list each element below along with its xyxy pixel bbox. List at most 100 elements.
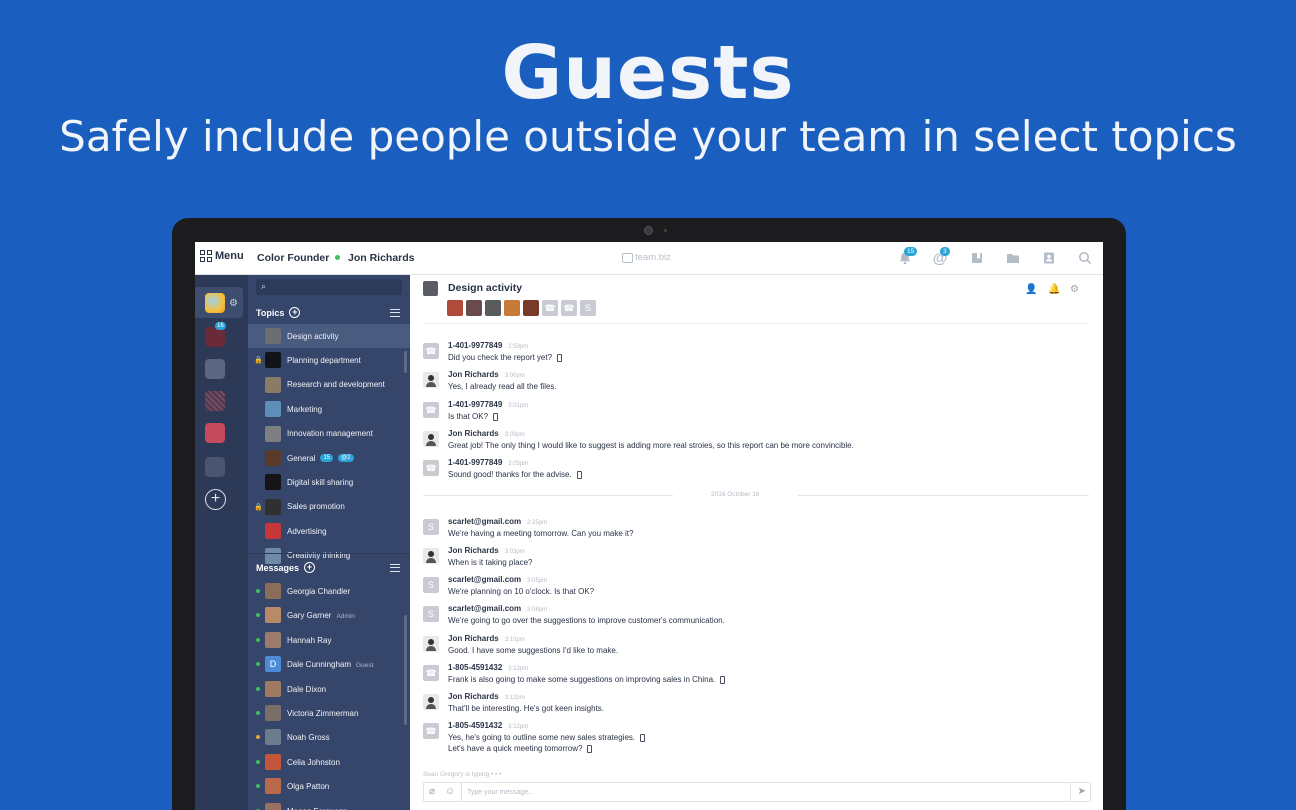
topic-settings-icon[interactable]: ⚙ [1070, 284, 1079, 295]
bookmark-icon[interactable] [970, 251, 984, 265]
avatar [265, 680, 281, 697]
message-author: 1-401-9977849 3:01pm [448, 400, 528, 409]
message-contact[interactable]: Dale Dixon [248, 677, 410, 701]
topic-item[interactable]: Digital skill sharing [248, 470, 410, 494]
topic-name: Planning department [287, 355, 361, 365]
topic-thumbnail [265, 498, 281, 515]
message-text: That'll be interesting. He's got keen in… [448, 703, 604, 714]
message-contact[interactable]: Celia Johnston [248, 750, 410, 774]
member-avatar[interactable] [504, 300, 520, 316]
topic-name: Research and development [287, 380, 385, 390]
topic-item[interactable]: General 15 @2 [248, 446, 410, 470]
message-text: We're going to go over the suggestions t… [448, 615, 725, 626]
add-member-icon[interactable]: 👤 [1025, 284, 1037, 295]
topic-item[interactable]: Research and development [248, 373, 410, 397]
message-time: 3:03pm [504, 549, 525, 555]
author-name: scarlet@gmail.com [448, 575, 522, 584]
guest-avatar[interactable]: ☎ [561, 300, 577, 316]
workspace-6[interactable] [205, 457, 225, 477]
workspace-color-founder[interactable] [205, 293, 225, 313]
message-time: 3:12pm [504, 695, 525, 701]
message-contact[interactable]: Noah Gross [248, 725, 410, 749]
message-author: Jon Richards 3:03pm [448, 429, 525, 438]
chat-message: Jon Richards 3:00pm Yes, I already read al… [423, 370, 1083, 395]
topic-name: Digital skill sharing [287, 477, 354, 487]
add-message-button[interactable]: + [304, 562, 316, 573]
avatar [265, 583, 281, 599]
mobile-icon [640, 733, 646, 742]
notifications-badge: 15 [904, 247, 918, 256]
add-topic-button[interactable]: + [289, 307, 301, 318]
topic-item[interactable]: Marketing [248, 397, 410, 421]
workspace-4[interactable] [205, 391, 225, 411]
message-input[interactable] [467, 786, 1027, 798]
contacts-icon[interactable] [1042, 251, 1056, 265]
topic-thumbnail [265, 425, 281, 442]
topic-label: Design activity [287, 332, 339, 341]
message-contact[interactable]: Olga Patton [248, 774, 410, 798]
member-avatar[interactable] [466, 300, 482, 316]
member-avatar[interactable] [447, 300, 463, 316]
messages-menu-icon[interactable] [390, 564, 400, 572]
paperclip-icon[interactable]: ⌀ [429, 786, 435, 797]
notification-settings-icon[interactable]: 🔔 [1048, 284, 1060, 295]
topic-thumbnail [265, 523, 281, 540]
team-switcher[interactable]: Color Founder [257, 252, 329, 264]
message-contact[interactable]: Victoria Zimmerman [248, 701, 410, 725]
topic-name: Sales promotion [287, 502, 345, 512]
contact-name-text: Noah Gross [287, 733, 330, 743]
message-text: Is that OK? [448, 411, 499, 422]
presence-dot [256, 711, 260, 715]
chat-message: ☎ 1-401-9977849 3:01pm Is that OK? [423, 400, 1083, 425]
message-line: We're going to go over the suggestions t… [448, 615, 725, 626]
message-contact[interactable]: Hannah Ray [248, 628, 410, 652]
messages-scrollbar[interactable] [404, 615, 407, 725]
author-name: Jon Richards [448, 370, 499, 379]
contact-name: Celia Johnston [287, 758, 340, 767]
current-user[interactable]: Jon Richards [348, 252, 415, 264]
date-separator: 2016 October 16 [423, 490, 1089, 502]
topics-menu-icon[interactable] [390, 309, 400, 317]
add-workspace-button[interactable]: + [205, 489, 226, 510]
topic-item[interactable]: Design activity [248, 324, 410, 348]
message-contact[interactable]: D Dale Cunningham Guest [248, 652, 410, 676]
hero-subtitle: Safely include people outside your team … [59, 112, 1237, 161]
workspace-5[interactable] [205, 423, 225, 443]
message-time: 2:25pm [527, 520, 548, 526]
message-contact[interactable]: Megan Ferguson [248, 799, 410, 810]
menu-button[interactable]: Menu [200, 250, 244, 262]
workspace-3[interactable] [205, 359, 225, 379]
search-icon[interactable] [1078, 251, 1092, 265]
message-text: Good. I have some suggestions I'd like t… [448, 645, 618, 656]
gear-icon[interactable]: ⚙ [229, 298, 238, 309]
message-line: Yes, I already read all the files. [448, 381, 557, 392]
guest-avatar[interactable]: S [580, 300, 596, 316]
send-icon[interactable]: ➤ [1078, 786, 1086, 797]
presence-dot [256, 759, 260, 764]
message-text: Sound good! thanks for the advise. [448, 469, 582, 480]
member-avatar[interactable] [523, 300, 539, 316]
message-contact[interactable]: Gary Garner Admin [248, 603, 410, 627]
guest-avatar[interactable]: ☎ [542, 300, 558, 316]
topic-item[interactable]: Advertising [248, 519, 410, 543]
sidebar-search[interactable]: ⌕ [256, 279, 402, 295]
date-separator-label: 2016 October 16 [711, 491, 760, 498]
contact-name: Dale Dixon [287, 685, 326, 694]
message-line-text: Great job! The only thing I would like t… [448, 441, 854, 450]
message-contact[interactable]: Georgia Chandler [248, 579, 410, 603]
emoji-icon[interactable]: ☺ [445, 786, 455, 797]
message-text: Frank is also going to make some suggest… [448, 674, 726, 685]
workspace-2[interactable] [205, 327, 225, 347]
message-time: 3:00pm [504, 373, 525, 379]
message-line-text: Frank is also going to make some suggest… [448, 675, 716, 684]
contact-name: Gary Garner Admin [287, 611, 355, 620]
app-window: Menu Color Founder Jon Richards team.biz… [195, 242, 1103, 810]
member-avatar[interactable] [485, 300, 501, 316]
message-text: Yes, I already read all the files. [448, 381, 557, 392]
topic-item[interactable]: Innovation management [248, 422, 410, 446]
folder-icon[interactable] [1006, 251, 1020, 265]
topic-item[interactable]: 🔒 Sales promotion [248, 495, 410, 519]
contact-name-text: Gary Garner [287, 611, 332, 621]
topics-scrollbar[interactable] [404, 351, 407, 373]
topic-item[interactable]: 🔒 Planning department [248, 348, 410, 372]
